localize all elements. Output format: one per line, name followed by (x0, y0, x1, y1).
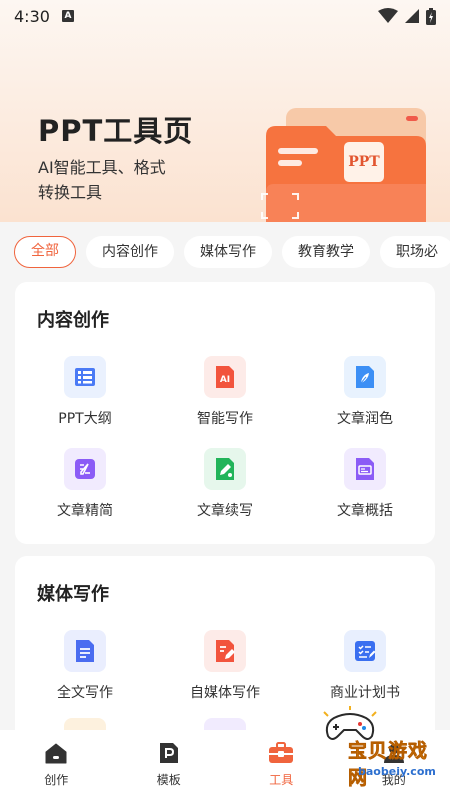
filter-chip-content-creation[interactable]: 内容创作 (86, 236, 174, 268)
tool-label: 全文写作 (57, 685, 113, 701)
category-filter-row: 全部 内容创作 媒体写作 教育教学 职场必 (14, 236, 450, 270)
tool-self-media-writing[interactable]: 自媒体写作 (165, 630, 285, 702)
filter-chip-media-writing[interactable]: 媒体写作 (184, 236, 272, 268)
partial-tool-icon-peek (204, 718, 246, 730)
filter-chip-workplace[interactable]: 职场必 (380, 236, 450, 268)
subtitle-line-1: AI智能工具、格式 (38, 158, 166, 177)
status-bar: 4:30 A (0, 0, 450, 32)
watermark-logo: 宝贝游戏网 baobeiy.com (318, 706, 446, 790)
filter-chip-education[interactable]: 教育教学 (282, 236, 370, 268)
ai-document-icon: AI (204, 356, 246, 398)
section-title: 内容创作 (37, 310, 109, 331)
tool-article-summary[interactable]: 文章概括 (305, 448, 425, 520)
full-text-icon (64, 630, 106, 672)
wifi-icon (378, 8, 398, 23)
page-title: PPT工具页 (38, 114, 194, 148)
notification-a-icon: A (61, 10, 74, 22)
watermark-text: 宝贝游戏网 (348, 740, 429, 790)
tool-label: 智能写作 (197, 411, 253, 427)
section-title: 媒体写作 (37, 584, 109, 605)
nav-create[interactable]: 创作 (0, 730, 113, 800)
nav-label: 模板 (156, 773, 181, 787)
tool-label: PPT大纲 (58, 411, 112, 427)
tool-article-condense[interactable]: 文章精简 (25, 448, 145, 520)
feather-document-icon (344, 356, 386, 398)
status-icons (378, 7, 436, 25)
toolbox-icon (268, 740, 294, 766)
home-icon (43, 740, 69, 766)
cell-signal-icon (405, 9, 419, 23)
tool-business-plan[interactable]: 商业计划书 (305, 630, 425, 702)
tool-label: 商业计划书 (330, 685, 400, 701)
summary-card-icon (344, 448, 386, 490)
nav-templates[interactable]: 模板 (113, 730, 226, 800)
hero-banner: PPT工具页 AI智能工具、格式 转换工具 PPT (0, 0, 450, 222)
tool-label: 文章概括 (337, 503, 393, 519)
filter-chip-all[interactable]: 全部 (14, 236, 76, 268)
partial-tool-icon-peek (64, 718, 106, 730)
tool-ppt-outline[interactable]: PPT大纲 (25, 356, 145, 428)
nav-label: 工具 (269, 773, 294, 787)
ppt-badge: PPT (348, 154, 380, 170)
subtitle-line-2: 转换工具 (38, 183, 103, 202)
status-time: 4:30 (14, 6, 50, 26)
tool-article-polish[interactable]: 文章润色 (305, 356, 425, 428)
watermark-url: baobeiy.com (358, 765, 436, 778)
nav-label: 创作 (44, 773, 69, 787)
outline-list-icon (64, 356, 106, 398)
tool-label: 文章续写 (197, 503, 253, 519)
section-card-content-creation: 内容创作 PPT大纲 AI 智能写作 文章润色 文章精简 文章续写 文章概括 (15, 282, 435, 544)
tool-full-text-writing[interactable]: 全文写作 (25, 630, 145, 702)
tool-label: 文章润色 (337, 411, 393, 427)
tool-smart-writing[interactable]: AI 智能写作 (165, 356, 285, 428)
svg-text:AI: AI (220, 375, 230, 385)
tool-label: 自媒体写作 (190, 685, 260, 701)
page-subtitle: AI智能工具、格式 转换工具 (38, 155, 166, 205)
tool-label: 文章精简 (57, 503, 113, 519)
media-edit-icon (204, 630, 246, 672)
condense-edit-icon (64, 448, 106, 490)
template-icon (156, 740, 182, 766)
tool-article-continue[interactable]: 文章续写 (165, 448, 285, 520)
battery-icon (426, 7, 436, 25)
business-plan-icon (344, 630, 386, 672)
continue-write-icon (204, 448, 246, 490)
